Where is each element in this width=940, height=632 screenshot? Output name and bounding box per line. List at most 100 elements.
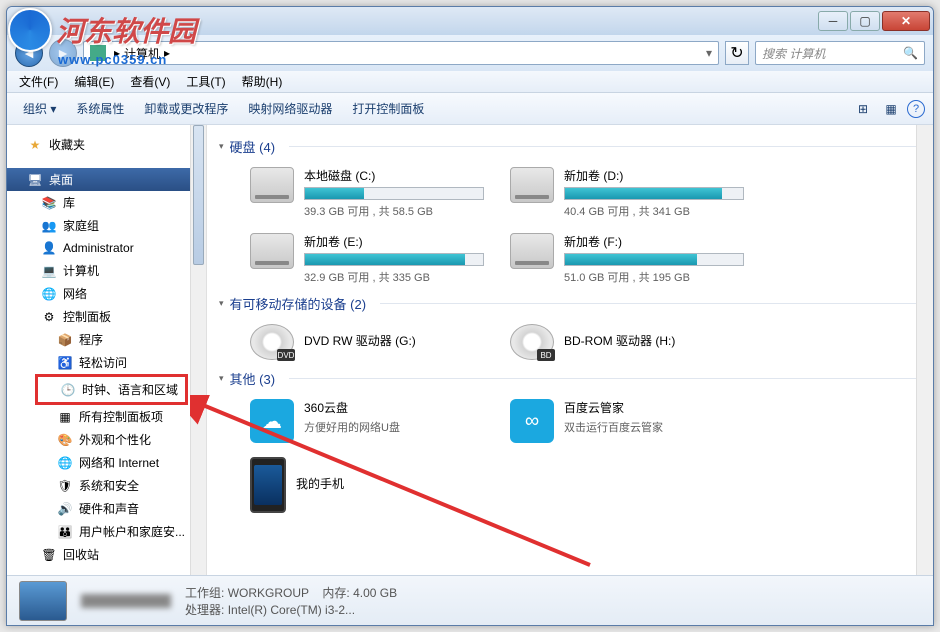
baidu-icon: ∞ [510,399,554,443]
appearance-icon: 🎨 [57,432,73,448]
computer-large-icon [19,581,67,621]
scrollbar-thumb[interactable] [193,125,204,265]
libraries-icon: 📚 [41,195,57,211]
menu-edit[interactable]: 编辑(E) [66,73,122,90]
item-phone[interactable]: 我的手机 [247,454,487,516]
network-icon: 🌐 [41,286,57,302]
hdd-icon [250,167,294,203]
sidebar-cp-ease[interactable]: ♿轻松访问 [7,351,206,374]
annotation-highlight: 🕒时钟、语言和区域 [35,374,188,405]
sidebar-favorites[interactable]: ★ 收藏夹 [7,133,206,156]
desktop-icon: 🖥 [27,172,43,188]
usage-bar [304,253,484,266]
drive-e[interactable]: 新加卷 (E:) 32.9 GB 可用 , 共 335 GB [247,230,487,288]
close-button[interactable]: ✕ [882,11,930,31]
usage-bar [304,187,484,200]
explorer-window: ─ ▢ ✕ ◄ ► ▸ 计算机 ▸ ▾ ↻ 搜索 计算机 🔍 文件(F) 编辑(… [6,6,934,626]
cpanel-icon: ⚙ [41,309,57,325]
collapse-icon: ▾ [219,373,224,384]
content-scrollbar[interactable] [916,125,933,575]
drive-c[interactable]: 本地磁盘 (C:) 39.3 GB 可用 , 共 58.5 GB [247,164,487,222]
drive-dvd[interactable]: DVD DVD RW 驱动器 (G:) [247,321,487,363]
collapse-icon: ▾ [219,141,224,152]
uninstall-button[interactable]: 卸载或更改程序 [136,96,236,121]
computer-name-blurred [81,594,171,608]
sidebar-cp-security[interactable]: 🛡系统和安全 [7,474,206,497]
sidebar-admin[interactable]: 👤Administrator [7,237,206,259]
sidebar-cp-allitems[interactable]: ▦所有控制面板项 [7,405,206,428]
allitems-icon: ▦ [57,409,73,425]
dvd-icon: DVD [250,324,294,360]
sidebar-cp-network[interactable]: 🌐网络和 Internet [7,451,206,474]
users-icon: 👪 [57,524,73,540]
group-other[interactable]: ▾其他 (3) [219,369,921,388]
sidebar-recycle[interactable]: 🗑回收站 [7,543,206,566]
titlebar[interactable]: ─ ▢ ✕ [7,7,933,35]
breadcrumb-sep2[interactable]: ▸ [160,46,174,60]
homegroup-icon: 👥 [41,218,57,234]
item-360cloud[interactable]: ☁ 360云盘方便好用的网络U盘 [247,396,487,446]
breadcrumb[interactable]: ▸ 计算机 ▸ ▾ [83,41,719,65]
help-icon[interactable]: ? [907,100,925,118]
sidebar-homegroup[interactable]: 👥家庭组 [7,214,206,237]
sidebar-cp-appearance[interactable]: 🎨外观和个性化 [7,428,206,451]
back-button[interactable]: ◄ [15,39,43,67]
toolbar: 组织 ▾ 系统属性 卸载或更改程序 映射网络驱动器 打开控制面板 ⊞ ▦ ? [7,93,933,125]
menu-file[interactable]: 文件(F) [11,73,66,90]
recycle-icon: 🗑 [41,547,57,563]
breadcrumb-sep[interactable]: ▸ [110,46,124,60]
computer-icon: 💻 [41,263,57,279]
statusbar: 工作组: WORKGROUP 内存: 4.00 GB 处理器: Intel(R)… [7,575,933,625]
security-icon: 🛡 [57,478,73,494]
map-network-button[interactable]: 映射网络驱动器 [240,96,340,121]
sidebar-computer[interactable]: 💻计算机 [7,259,206,282]
sidebar-network[interactable]: 🌐网络 [7,282,206,305]
hdd-icon [510,167,554,203]
menu-help[interactable]: 帮助(H) [234,73,291,90]
hdd-icon [510,233,554,269]
organize-button[interactable]: 组织 ▾ [15,96,64,121]
item-baidu[interactable]: ∞ 百度云管家双击运行百度云管家 [507,396,747,446]
drive-f[interactable]: 新加卷 (F:) 51.0 GB 可用 , 共 195 GB [507,230,747,288]
menu-view[interactable]: 查看(V) [122,73,178,90]
open-cpanel-button[interactable]: 打开控制面板 [344,96,432,121]
content-pane: ▾硬盘 (4) 本地磁盘 (C:) 39.3 GB 可用 , 共 58.5 GB… [207,125,933,575]
sidebar-cpanel[interactable]: ⚙控制面板 [7,305,206,328]
breadcrumb-computer[interactable]: 计算机 [124,45,160,62]
sidebar-scrollbar[interactable] [190,125,206,575]
breadcrumb-dropdown-icon[interactable]: ▾ [706,46,712,60]
group-hdd[interactable]: ▾硬盘 (4) [219,137,921,156]
sidebar-cp-clock[interactable]: 🕒时钟、语言和区域 [38,378,185,401]
sidebar-cp-programs[interactable]: 📦程序 [7,328,206,351]
cloud-icon: ☁ [250,399,294,443]
sidebar-cp-users[interactable]: 👪用户帐户和家庭安... [7,520,206,543]
menubar: 文件(F) 编辑(E) 查看(V) 工具(T) 帮助(H) [7,71,933,93]
hardware-icon: 🔊 [57,501,73,517]
drive-d[interactable]: 新加卷 (D:) 40.4 GB 可用 , 共 341 GB [507,164,747,222]
user-icon: 👤 [41,240,57,256]
sidebar-cp-hardware[interactable]: 🔊硬件和声音 [7,497,206,520]
view-mode-icon[interactable]: ⊞ [851,97,875,121]
ease-icon: ♿ [57,355,73,371]
usage-bar [564,253,744,266]
forward-button[interactable]: ► [49,39,77,67]
maximize-button[interactable]: ▢ [850,11,880,31]
programs-icon: 📦 [57,332,73,348]
menu-tools[interactable]: 工具(T) [178,73,233,90]
minimize-button[interactable]: ─ [818,11,848,31]
drive-bd[interactable]: BD BD-ROM 驱动器 (H:) [507,321,747,363]
sidebar-desktop[interactable]: 🖥 桌面 [7,168,206,191]
search-icon: 🔍 [903,46,918,60]
refresh-button[interactable]: ↻ [725,41,749,65]
group-removable[interactable]: ▾有可移动存储的设备 (2) [219,294,921,313]
star-icon: ★ [27,137,43,153]
search-placeholder: 搜索 计算机 [762,45,903,62]
sidebar-libraries[interactable]: 📚库 [7,191,206,214]
hdd-icon [250,233,294,269]
system-properties-button[interactable]: 系统属性 [68,96,132,121]
netinet-icon: 🌐 [57,455,73,471]
address-bar: ◄ ► ▸ 计算机 ▸ ▾ ↻ 搜索 计算机 🔍 [7,35,933,71]
preview-pane-icon[interactable]: ▦ [879,97,903,121]
computer-icon [90,45,106,61]
search-input[interactable]: 搜索 计算机 🔍 [755,41,925,65]
